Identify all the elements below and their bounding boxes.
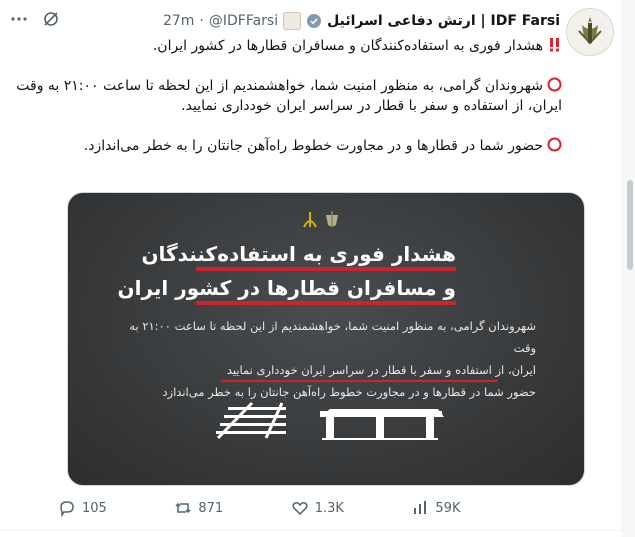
grok-icon[interactable] (42, 10, 60, 32)
timestamp[interactable]: 27m (163, 13, 194, 29)
avatar[interactable] (566, 8, 614, 56)
rail-bridge-icon (320, 409, 444, 440)
tweet-header: ارتش دفاعی اسرائیل | IDF Farsi @IDFFarsi… (10, 10, 560, 32)
repost-icon (175, 502, 191, 514)
handle[interactable]: @IDFFarsi (209, 13, 278, 29)
like-button[interactable]: 1.3K (291, 499, 344, 517)
red-circle-icon (547, 137, 562, 152)
tweet-divider (0, 530, 622, 531)
affiliate-badge-icon[interactable] (283, 12, 302, 30)
scrollbar[interactable] (622, 0, 635, 537)
repost-count: 871 (198, 500, 224, 516)
tweet-actions: 105 871 1.3K 59K (58, 496, 568, 530)
scrollbar-thumb[interactable] (627, 180, 633, 270)
tweet-paragraph-1: هشدار فوری به استفاده‌کنندگان و مسافران … (12, 36, 562, 56)
heart-icon (292, 502, 308, 516)
tweet-card[interactable]: ارتش دفاعی اسرائیل | IDF Farsi @IDFFarsi… (0, 0, 622, 537)
views-icon (414, 501, 427, 514)
railway-illustration (216, 401, 444, 440)
tweet-text: هشدار فوری به استفاده‌کنندگان و مسافران … (12, 36, 562, 176)
like-count: 1.3K (314, 500, 344, 516)
tweet-paragraph-3: حضور شما در قطارها و در مجاورت خطوط راه‌… (12, 136, 562, 156)
repost-button[interactable]: 871 (174, 499, 223, 517)
reply-count: 105 (82, 500, 107, 516)
views-count: 59K (435, 500, 461, 516)
rail-track-icon (216, 401, 286, 440)
verified-badge-icon (306, 13, 322, 29)
reply-icon (60, 501, 74, 517)
more-icon[interactable] (10, 10, 28, 32)
tweet-paragraph-2: شهروندان گرامی، به منظور امنیت شما، خواه… (16, 77, 562, 114)
separator: · (199, 13, 204, 29)
reply-button[interactable]: 105 (58, 499, 107, 517)
views-button[interactable]: 59K (411, 499, 460, 517)
double-exclamation-icon (547, 37, 562, 52)
display-name[interactable]: ارتش دفاعی اسرائیل | IDF Farsi (327, 13, 560, 29)
media-image[interactable]: هشدار فوری به استفاده‌کنندگان و مسافران … (67, 192, 585, 486)
red-circle-icon (547, 77, 562, 92)
